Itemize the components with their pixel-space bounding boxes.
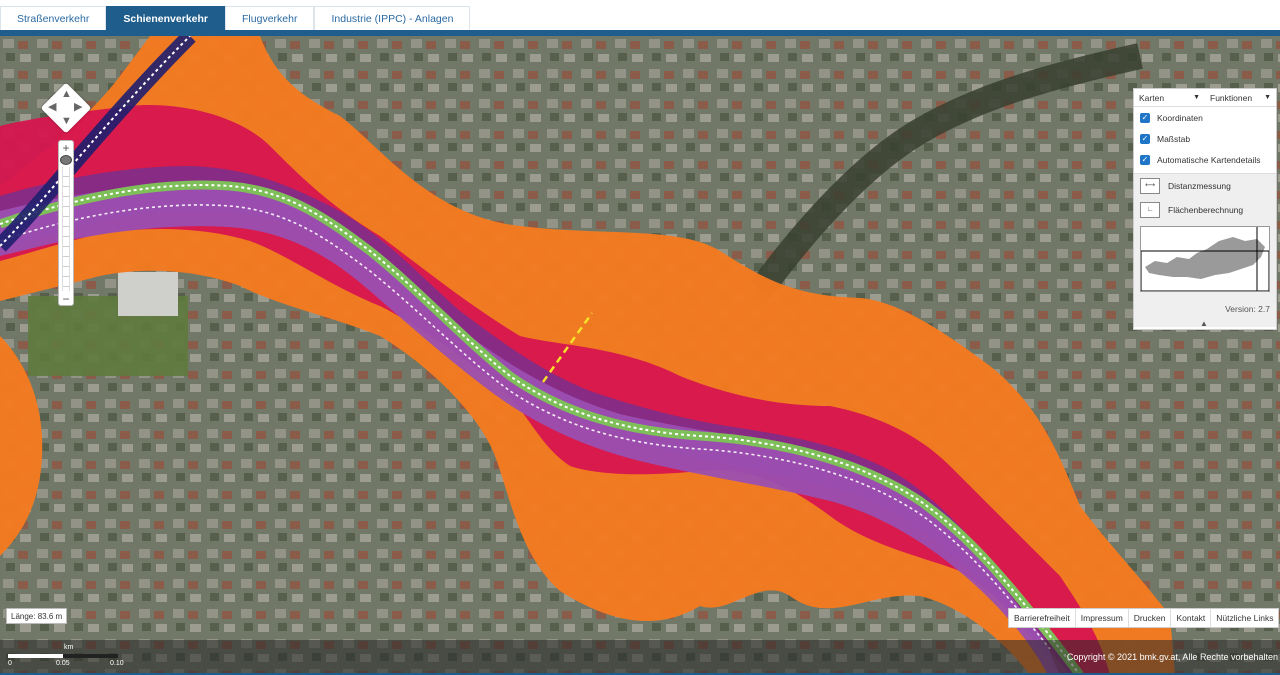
distance-measure-tool[interactable]: ⟷ Distanzmessung <box>1134 174 1276 198</box>
zoom-track[interactable] <box>62 167 70 291</box>
checkbox-checked-icon[interactable]: ✓ <box>1140 112 1150 123</box>
checkbox-scale[interactable]: ✓ Maßstab <box>1134 128 1276 149</box>
overview-map[interactable] <box>1140 226 1270 292</box>
functions-dropdown[interactable]: Funktionen ▼ <box>1205 89 1276 106</box>
maps-dropdown-label: Karten <box>1139 92 1165 103</box>
checkbox-checked-icon[interactable]: ✓ <box>1140 154 1150 165</box>
zoom-out-button[interactable]: − <box>59 293 73 305</box>
scale-bar: km 0 0.05 0.10 <box>8 644 138 674</box>
functions-dropdown-label: Funktionen <box>1210 92 1253 103</box>
map-view[interactable]: ▲ ▼ ◀ ▶ + − Karten ▼ Funktionen ▼ ✓ Koor… <box>0 36 1280 675</box>
zoom-slider[interactable]: + − <box>58 140 74 306</box>
area-calculation-tool[interactable]: ∟ Flächenberechnung <box>1134 198 1276 222</box>
measurement-length-label: Länge: 83.6 m <box>6 608 68 624</box>
maps-dropdown[interactable]: Karten ▼ <box>1134 89 1205 106</box>
checkbox-label: Maßstab <box>1157 133 1191 144</box>
tab-flugverkehr[interactable]: Flugverkehr <box>225 6 315 30</box>
tool-label: Distanzmessung <box>1168 181 1231 191</box>
pan-right-icon[interactable]: ▶ <box>74 102 82 113</box>
map-bottom-bar: km 0 0.05 0.10 Copyright © 2021 bmk.gv.a… <box>0 640 1280 675</box>
tool-label: Flächenberechnung <box>1168 205 1244 215</box>
link-contact[interactable]: Kontakt <box>1171 609 1212 627</box>
scale-tick: 0.05 <box>56 660 70 667</box>
top-tab-bar: Straßenverkehr Schienenverkehr Flugverke… <box>0 0 1280 36</box>
checkbox-checked-icon[interactable]: ✓ <box>1140 133 1150 144</box>
scale-tick: 0 <box>8 660 12 667</box>
area-icon: ∟ <box>1140 202 1160 218</box>
checkbox-label: Automatische Kartendetails <box>1157 154 1261 165</box>
chevron-down-icon: ▼ <box>1193 94 1200 101</box>
chevron-down-icon: ▼ <box>1264 94 1271 101</box>
pan-down-icon[interactable]: ▼ <box>61 116 72 127</box>
pan-left-icon[interactable]: ◀ <box>48 102 56 113</box>
link-useful-links[interactable]: Nützliche Links <box>1211 609 1278 627</box>
link-print[interactable]: Drucken <box>1129 609 1172 627</box>
scale-unit: km <box>64 644 74 651</box>
pan-up-icon[interactable]: ▲ <box>61 89 72 100</box>
checkbox-coordinates[interactable]: ✓ Koordinaten <box>1134 107 1276 128</box>
link-imprint[interactable]: Impressum <box>1076 609 1129 627</box>
collapse-up-icon[interactable]: ▲ <box>1200 319 1208 328</box>
tab-industrie[interactable]: Industrie (IPPC) - Anlagen <box>314 6 471 30</box>
copyright-text: Copyright © 2021 bmk.gv.at, Alle Rechte … <box>1066 652 1278 662</box>
pan-control[interactable]: ▲ ▼ ◀ ▶ <box>40 82 92 134</box>
version-label: Version: 2.7 <box>1225 304 1270 314</box>
footer-links: Barrierefreiheit Impressum Drucken Konta… <box>1008 608 1280 628</box>
tab-schienenverkehr[interactable]: Schienenverkehr <box>106 6 226 30</box>
tab-strassenverkehr[interactable]: Straßenverkehr <box>0 6 107 30</box>
link-accessibility[interactable]: Barrierefreiheit <box>1009 609 1076 627</box>
tools-section: ⟷ Distanzmessung ∟ Flächenberechnung Ver… <box>1134 173 1276 328</box>
ruler-icon: ⟷ <box>1140 178 1160 194</box>
zoom-in-button[interactable]: + <box>59 142 73 154</box>
scale-tick: 0.10 <box>110 660 124 667</box>
austria-outline <box>1145 237 1265 279</box>
checkbox-auto-map-details[interactable]: ✓ Automatische Kartendetails <box>1134 149 1276 170</box>
noise-source-tabs: Straßenverkehr Schienenverkehr Flugverke… <box>0 6 471 30</box>
zoom-handle[interactable] <box>60 155 72 165</box>
checkbox-label: Koordinaten <box>1157 112 1203 123</box>
tools-panel: Karten ▼ Funktionen ▼ ✓ Koordinaten ✓ Ma… <box>1133 88 1277 330</box>
map-canvas[interactable] <box>0 36 1280 675</box>
